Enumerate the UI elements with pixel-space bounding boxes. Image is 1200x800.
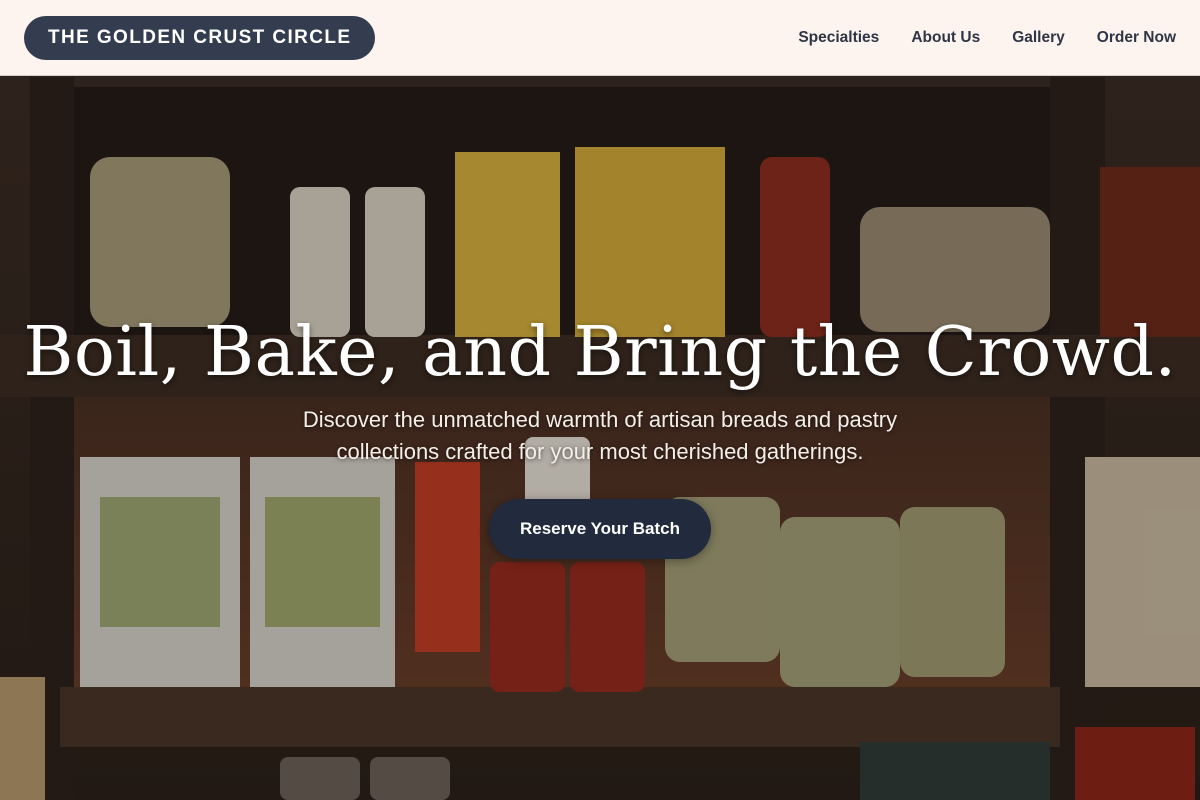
site-header: THE GOLDEN CRUST CIRCLE Specialties Abou… [0,0,1200,76]
nav-link-gallery[interactable]: Gallery [1012,29,1065,47]
nav-link-order-now[interactable]: Order Now [1097,29,1176,47]
brand-logo-pill[interactable]: THE GOLDEN CRUST CIRCLE [24,15,376,60]
nav-link-specialties[interactable]: Specialties [798,29,879,47]
nav-link-about-us[interactable]: About Us [911,29,980,47]
main-nav: Specialties About Us Gallery Order Now [798,29,1176,47]
hero-headline: Boil, Bake, and Bring the Crowd. [23,313,1177,392]
reserve-batch-button[interactable]: Reserve Your Batch [489,499,711,559]
hero-subheadline: Discover the unmatched warmth of artisan… [302,407,898,464]
hero-section: Boil, Bake, and Bring the Crowd. Discove… [0,77,1200,800]
